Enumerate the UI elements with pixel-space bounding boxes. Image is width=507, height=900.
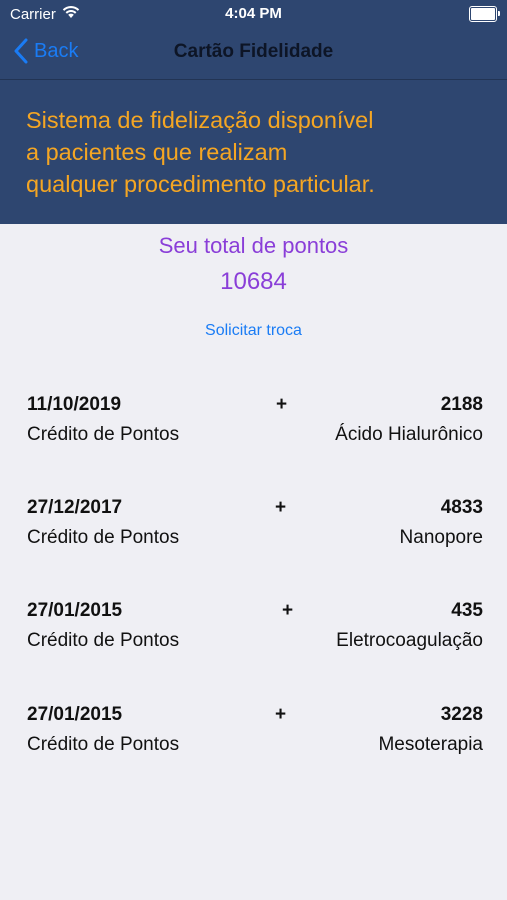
transaction-type: Crédito de Pontos (27, 734, 180, 755)
nav-divider (0, 79, 507, 80)
status-time: 4:04 PM (225, 5, 282, 22)
loyalty-description-line: Sistema de fidelização disponível (26, 107, 374, 133)
transaction-row: 27/12/2017 + 4833 Crédito de Pontos Nano… (0, 493, 507, 563)
request-exchange-link[interactable]: Solicitar troca (0, 322, 507, 340)
transaction-sign: + (282, 600, 294, 621)
battery-tip (498, 11, 500, 16)
transaction-row: 27/01/2015 + 435 Crédito de Pontos Eletr… (0, 596, 507, 666)
battery-icon (469, 6, 500, 22)
transaction-type: Crédito de Pontos (27, 424, 180, 445)
transaction-row: 27/01/2015 + 3228 Crédito de Pontos Meso… (0, 700, 507, 770)
transaction-date: 27/01/2015 (27, 600, 123, 621)
page-title: Cartão Fidelidade (173, 41, 334, 62)
points-total-label: Seu total de pontos (158, 233, 349, 258)
transaction-sign: + (275, 497, 287, 518)
transaction-points: 2188 (440, 394, 483, 415)
transaction-points: 435 (451, 600, 483, 621)
transaction-date: 27/01/2015 (27, 704, 123, 725)
transaction-points: 4833 (440, 497, 483, 518)
transaction-points: 3228 (440, 704, 483, 725)
transaction-type: Crédito de Pontos (27, 630, 180, 651)
battery-level (471, 8, 495, 20)
transaction-row: 11/10/2019 + 2188 Crédito de Pontos Ácid… (0, 390, 507, 460)
transaction-procedure: Eletrocoagulação (336, 630, 483, 651)
transaction-date: 11/10/2019 (27, 394, 122, 415)
transaction-procedure: Nanopore (399, 527, 483, 548)
transaction-date: 27/12/2017 (27, 497, 123, 518)
transaction-sign: + (276, 394, 288, 415)
transaction-sign: + (275, 704, 287, 725)
navigation-bar: Back Cartão Fidelidade (0, 28, 507, 78)
status-bar: Carrier 4:04 PM (0, 0, 507, 28)
transaction-type: Crédito de Pontos (27, 527, 180, 548)
loyalty-description-line: a pacientes que realizam (26, 139, 288, 165)
transaction-procedure: Ácido Hialurônico (335, 424, 483, 445)
points-total-value: 10684 (220, 268, 287, 295)
loyalty-description: Sistema de fidelização disponível a paci… (26, 104, 446, 200)
transaction-procedure: Mesoterapia (378, 734, 483, 755)
loyalty-description-line: qualquer procedimento particular. (26, 171, 375, 197)
